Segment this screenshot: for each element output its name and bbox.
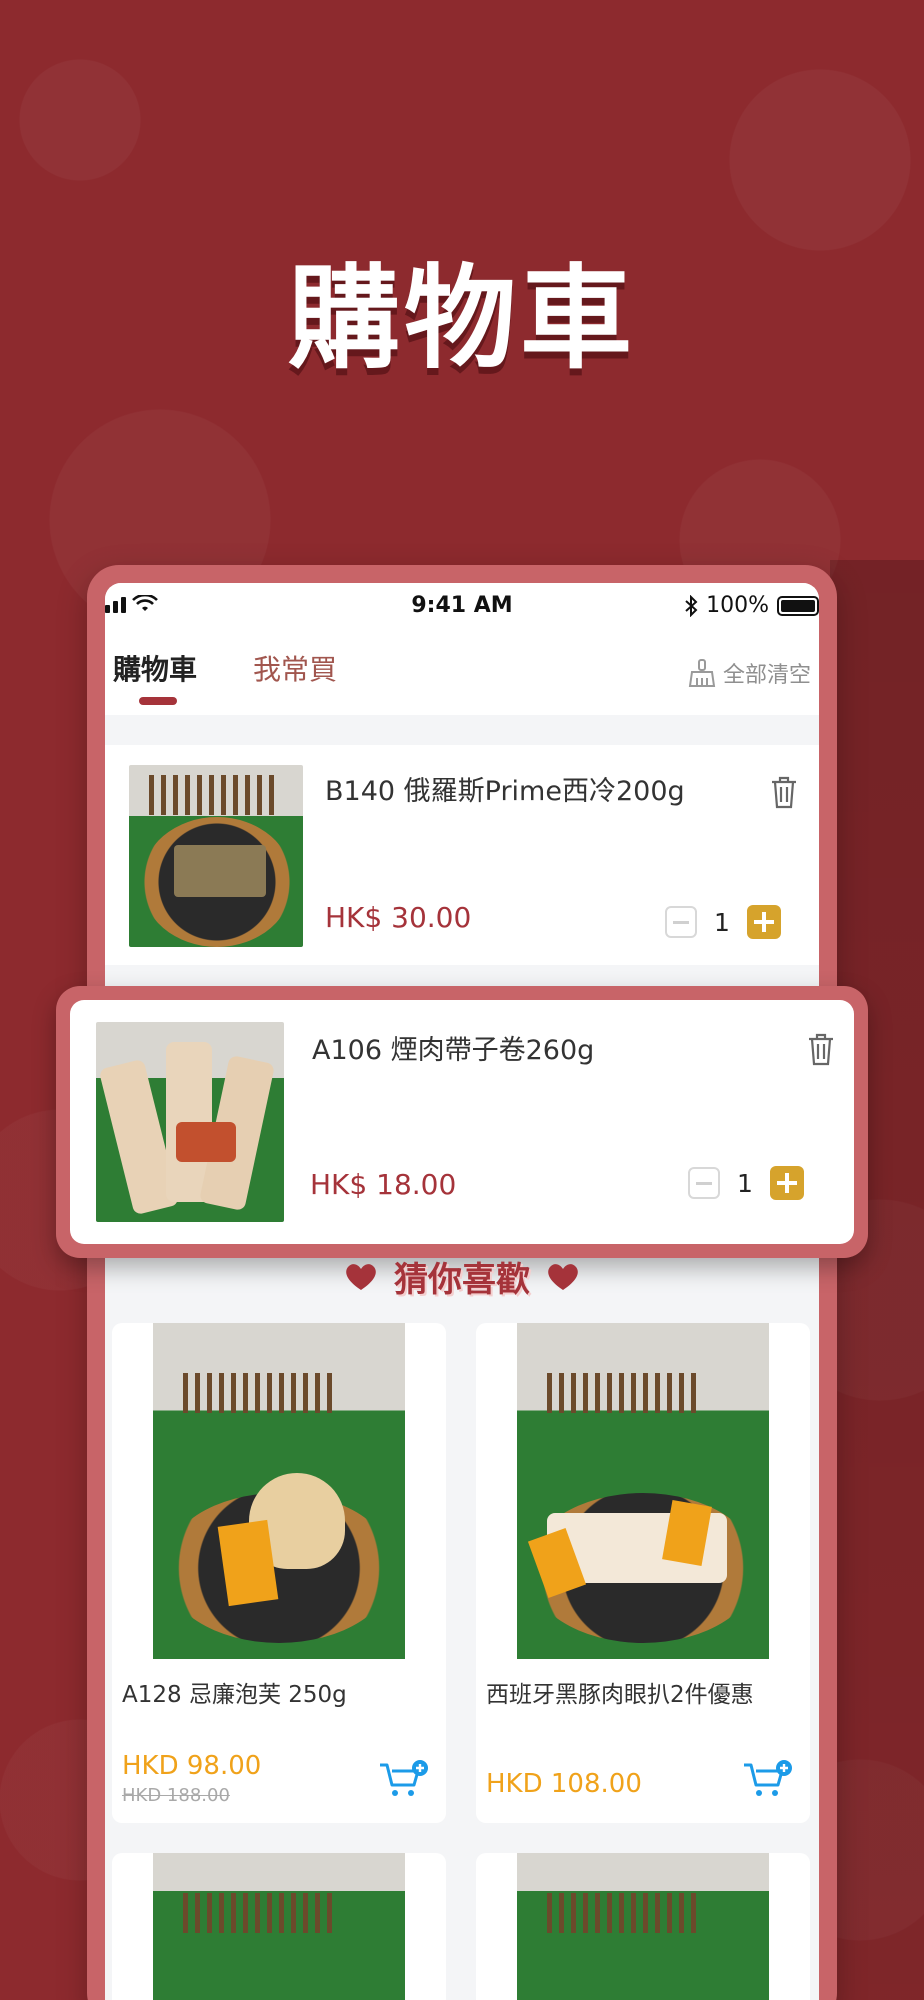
- product-image: [153, 1853, 405, 2000]
- hero-title: 購物車: [288, 254, 636, 384]
- product-image: [517, 1323, 769, 1659]
- clear-all-label: 全部清空: [722, 663, 811, 688]
- quantity-value: 1: [737, 1168, 753, 1198]
- quantity-value: 1: [714, 907, 730, 937]
- guess-heading-text: 猜你喜歡: [394, 1260, 530, 1300]
- product-name: 西班牙黑豚肉眼扒2件優惠: [486, 1682, 754, 1708]
- tab-frequent[interactable]: 我常買: [245, 648, 345, 688]
- product-card[interactable]: [476, 1853, 810, 2000]
- status-right: 100%: [684, 593, 819, 618]
- item-title: A106 煙肉帶子卷260g: [312, 1035, 595, 1066]
- cart-item[interactable]: A106 煙肉帶子卷260g HK$ 18.00 1: [70, 1000, 854, 1244]
- cart-add-icon[interactable]: [742, 1759, 794, 1799]
- item-price: HK$ 30.00: [325, 901, 472, 934]
- guess-heading: 猜你喜歡: [87, 1252, 837, 1301]
- plus-icon[interactable]: [770, 1166, 804, 1200]
- status-bar: 9:41 AM 100%: [105, 583, 819, 629]
- quantity-stepper: 1: [688, 1166, 804, 1200]
- plus-icon[interactable]: [747, 905, 781, 939]
- product-price: HKD 98.00: [122, 1751, 262, 1781]
- product-price: HKD 108.00: [486, 1769, 642, 1799]
- clear-all-button[interactable]: 全部清空: [687, 657, 811, 689]
- battery-icon: [777, 595, 819, 616]
- item-price: HK$ 18.00: [310, 1168, 457, 1201]
- product-name: A128 忌廉泡芙 250g: [122, 1682, 347, 1708]
- broom-icon: [688, 659, 716, 687]
- trash-icon[interactable]: [806, 1032, 836, 1066]
- product-card[interactable]: A128 忌廉泡芙 250g HKD 98.00 HKD 188.00: [112, 1323, 446, 1823]
- tab-cart[interactable]: 購物車: [105, 648, 205, 688]
- bluetooth-icon: [685, 594, 698, 617]
- heart-icon: [346, 1263, 376, 1290]
- product-card[interactable]: 西班牙黑豚肉眼扒2件優惠 HKD 108.00: [476, 1323, 810, 1823]
- trash-icon[interactable]: [769, 775, 799, 809]
- tab-indicator: [139, 697, 177, 705]
- item-title: B140 俄羅斯Prime西冷200g: [325, 776, 685, 807]
- product-image: [153, 1323, 405, 1659]
- cart-add-icon[interactable]: [378, 1759, 430, 1799]
- product-old-price: HKD 188.00: [122, 1785, 230, 1806]
- cart-item[interactable]: B140 俄羅斯Prime西冷200g HK$ 30.00 1: [105, 745, 819, 965]
- minus-icon[interactable]: [665, 906, 697, 938]
- quantity-stepper: 1: [665, 905, 781, 939]
- minus-icon[interactable]: [688, 1167, 720, 1199]
- tab-bar: 購物車 我常買 全部清空: [105, 629, 819, 715]
- heart-icon: [548, 1263, 578, 1290]
- product-image: [96, 1022, 284, 1222]
- highlighted-cart-item-frame: A106 煙肉帶子卷260g HK$ 18.00 1: [56, 986, 868, 1258]
- decorative-shadow: [830, 560, 924, 2000]
- battery-percent: 100%: [706, 593, 769, 618]
- product-image: [517, 1853, 769, 2000]
- product-image: [129, 765, 303, 947]
- product-card[interactable]: [112, 1853, 446, 2000]
